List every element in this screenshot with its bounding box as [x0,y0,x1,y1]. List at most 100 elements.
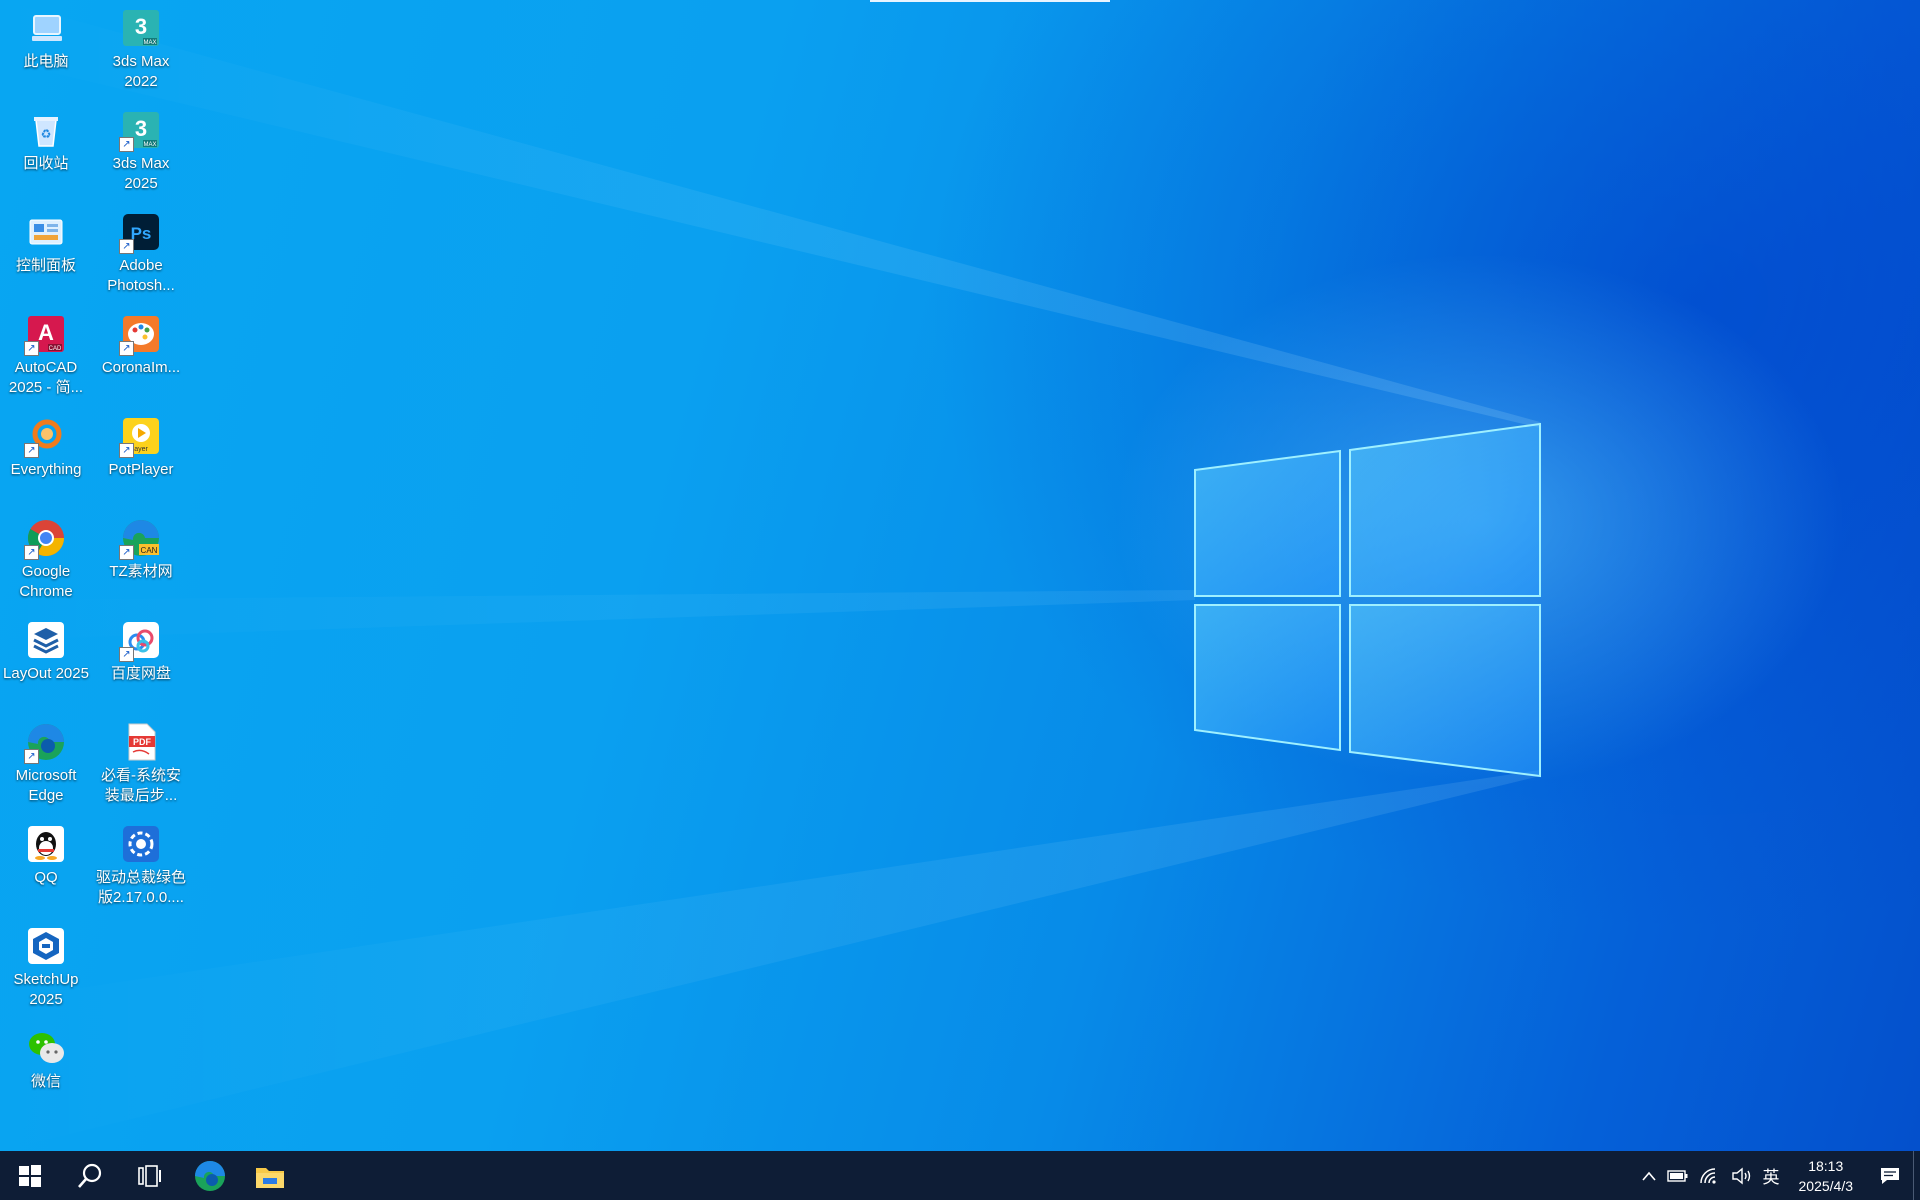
icon-label: Everything [10,461,82,478]
chrome-icon: ↗ [24,518,66,560]
shortcut-arrow-icon: ↗ [24,341,39,356]
svg-text:3: 3 [135,116,147,141]
svg-text:PDF: PDF [133,737,152,747]
desktop-icon-sketchup[interactable]: SketchUp 2025 [0,920,92,1018]
start-button[interactable] [0,1151,60,1200]
icon-label: LayOut 2025 [3,665,89,682]
wechat-icon [26,1028,66,1068]
shortcut-arrow-icon: ↗ [119,545,134,560]
icon-label: 微信 [30,1073,61,1090]
desktop-icon-3dsmax-2025[interactable]: 3 MAX ↗ 3ds Max 2025 [95,104,187,202]
shortcut-arrow-icon: ↗ [24,545,39,560]
action-center-button[interactable] [1867,1151,1913,1200]
taskbar: 英 18:13 2025/4/3 [0,1151,1920,1200]
desktop-icon-3dsmax-2022[interactable]: 3 MAX 3ds Max 2022 [95,2,187,100]
baidu-netdisk-icon: ↗ [119,620,161,662]
show-hidden-icons-button[interactable] [1636,1151,1662,1200]
icon-label: 3ds Max 2022 [112,53,170,90]
file-explorer-icon [256,1167,284,1188]
svg-text:3: 3 [135,14,147,39]
window-edge-strip [870,0,1110,2]
icon-label: Microsoft Edge [15,767,77,804]
computer-icon [26,8,66,48]
shortcut-arrow-icon: ↗ [119,443,134,458]
photoshop-icon: Ps ↗ [119,212,161,254]
desktop-icon-pdf[interactable]: PDF 必看-系统安装最后步... [95,716,187,814]
svg-text:MAX: MAX [143,40,156,46]
icon-label: SketchUp 2025 [13,971,79,1008]
corona-icon: ↗ [119,314,161,356]
input-method-indicator[interactable]: 英 [1758,1151,1785,1200]
desktop-icon-layout[interactable]: LayOut 2025 [0,614,92,712]
desktop-icon-baidu-netdisk[interactable]: ↗ 百度网盘 [95,614,187,712]
task-view-icon [138,1164,161,1187]
shortcut-arrow-icon: ↗ [119,647,134,662]
clock-time: 18:13 [1808,1157,1844,1174]
icon-label: CoronaIm... [101,359,181,376]
potplayer-icon: ayer ↗ [119,416,161,458]
recycle-bin-icon: ♻ [26,110,66,150]
svg-text:♻: ♻ [41,127,52,141]
desktop-icon-this-pc[interactable]: 此电脑 [0,2,92,100]
shortcut-arrow-icon: ↗ [119,341,134,356]
chevron-up-icon [1641,1171,1656,1181]
icon-label: Adobe Photosh... [107,257,175,294]
icon-label: 百度网盘 [110,665,171,682]
desktop-icon-photoshop[interactable]: Ps ↗ Adobe Photosh... [95,206,187,304]
icon-label: QQ [34,869,58,886]
layout-icon [26,620,66,660]
desktop-icon-tz[interactable]: CAN ↗ TZ素材网 [95,512,187,610]
desktop-icon-driver[interactable]: 驱动总裁绿色版2.17.0.0.... [95,818,187,916]
search-icon [78,1163,102,1188]
icon-label: 回收站 [23,155,69,172]
desktop-icon-recycle-bin[interactable]: ♻ 回收站 [0,104,92,202]
desktop-icon-microsoft-edge[interactable]: ↗ Microsoft Edge [0,716,92,814]
shortcut-arrow-icon: ↗ [119,137,134,152]
task-view-button[interactable] [120,1151,180,1200]
driver-icon [121,824,161,864]
desktop-icon-autocad[interactable]: A CAD ↗ AutoCAD 2025 - 简... [0,308,92,406]
taskbar-edge-button[interactable] [180,1151,240,1200]
3dsmax-icon: 3 MAX ↗ [119,110,161,152]
icon-label: 此电脑 [23,53,69,70]
3dsmax-icon: 3 MAX [121,8,161,48]
network-button[interactable] [1694,1151,1726,1200]
desktop-icon-potplayer[interactable]: ayer ↗ PotPlayer [95,410,187,508]
shortcut-arrow-icon: ↗ [24,749,39,764]
tz-icon: CAN ↗ [119,518,161,560]
desktop-icon-control-panel[interactable]: 控制面板 [0,206,92,304]
show-desktop-button[interactable] [1913,1151,1920,1200]
shortcut-arrow-icon: ↗ [24,443,39,458]
control-panel-icon [26,212,66,252]
notification-icon [1881,1167,1899,1184]
taskbar-file-explorer-button[interactable] [240,1151,300,1200]
icon-label: 控制面板 [15,257,76,274]
edge-icon: ↗ [24,722,66,764]
clock[interactable]: 18:13 2025/4/3 [1785,1156,1868,1196]
icon-label: Google Chrome [19,563,73,600]
battery-button[interactable] [1662,1151,1694,1200]
windows-logo-wallpaper [0,0,1541,1151]
icon-label: 必看-系统安装最后步... [101,767,181,804]
everything-icon: ↗ [24,416,66,458]
icon-label: 3ds Max 2025 [112,155,170,192]
windows-start-icon [19,1164,41,1187]
icon-label: AutoCAD 2025 - 简... [8,359,84,396]
edge-icon [195,1160,225,1191]
search-button[interactable] [60,1151,120,1200]
desktop-icon-qq[interactable]: QQ [0,818,92,916]
system-tray: 英 18:13 2025/4/3 [1636,1151,1920,1200]
icon-label: 驱动总裁绿色版2.17.0.0.... [95,869,186,906]
desktop-icon-corona[interactable]: ↗ CoronaIm... [95,308,187,406]
sketchup-icon [26,926,66,966]
desktop-icon-everything[interactable]: ↗ Everything [0,410,92,508]
svg-text:ayer: ayer [134,446,148,453]
desktop-icon-wechat[interactable]: 微信 [0,1022,92,1120]
volume-button[interactable] [1726,1151,1758,1200]
pdf-icon: PDF [121,722,161,762]
desktop-icon-google-chrome[interactable]: ↗ Google Chrome [0,512,92,610]
svg-text:CAD: CAD [49,346,62,352]
wifi-icon [1699,1167,1716,1184]
shortcut-arrow-icon: ↗ [119,239,134,254]
svg-text:CAN: CAN [141,546,158,555]
